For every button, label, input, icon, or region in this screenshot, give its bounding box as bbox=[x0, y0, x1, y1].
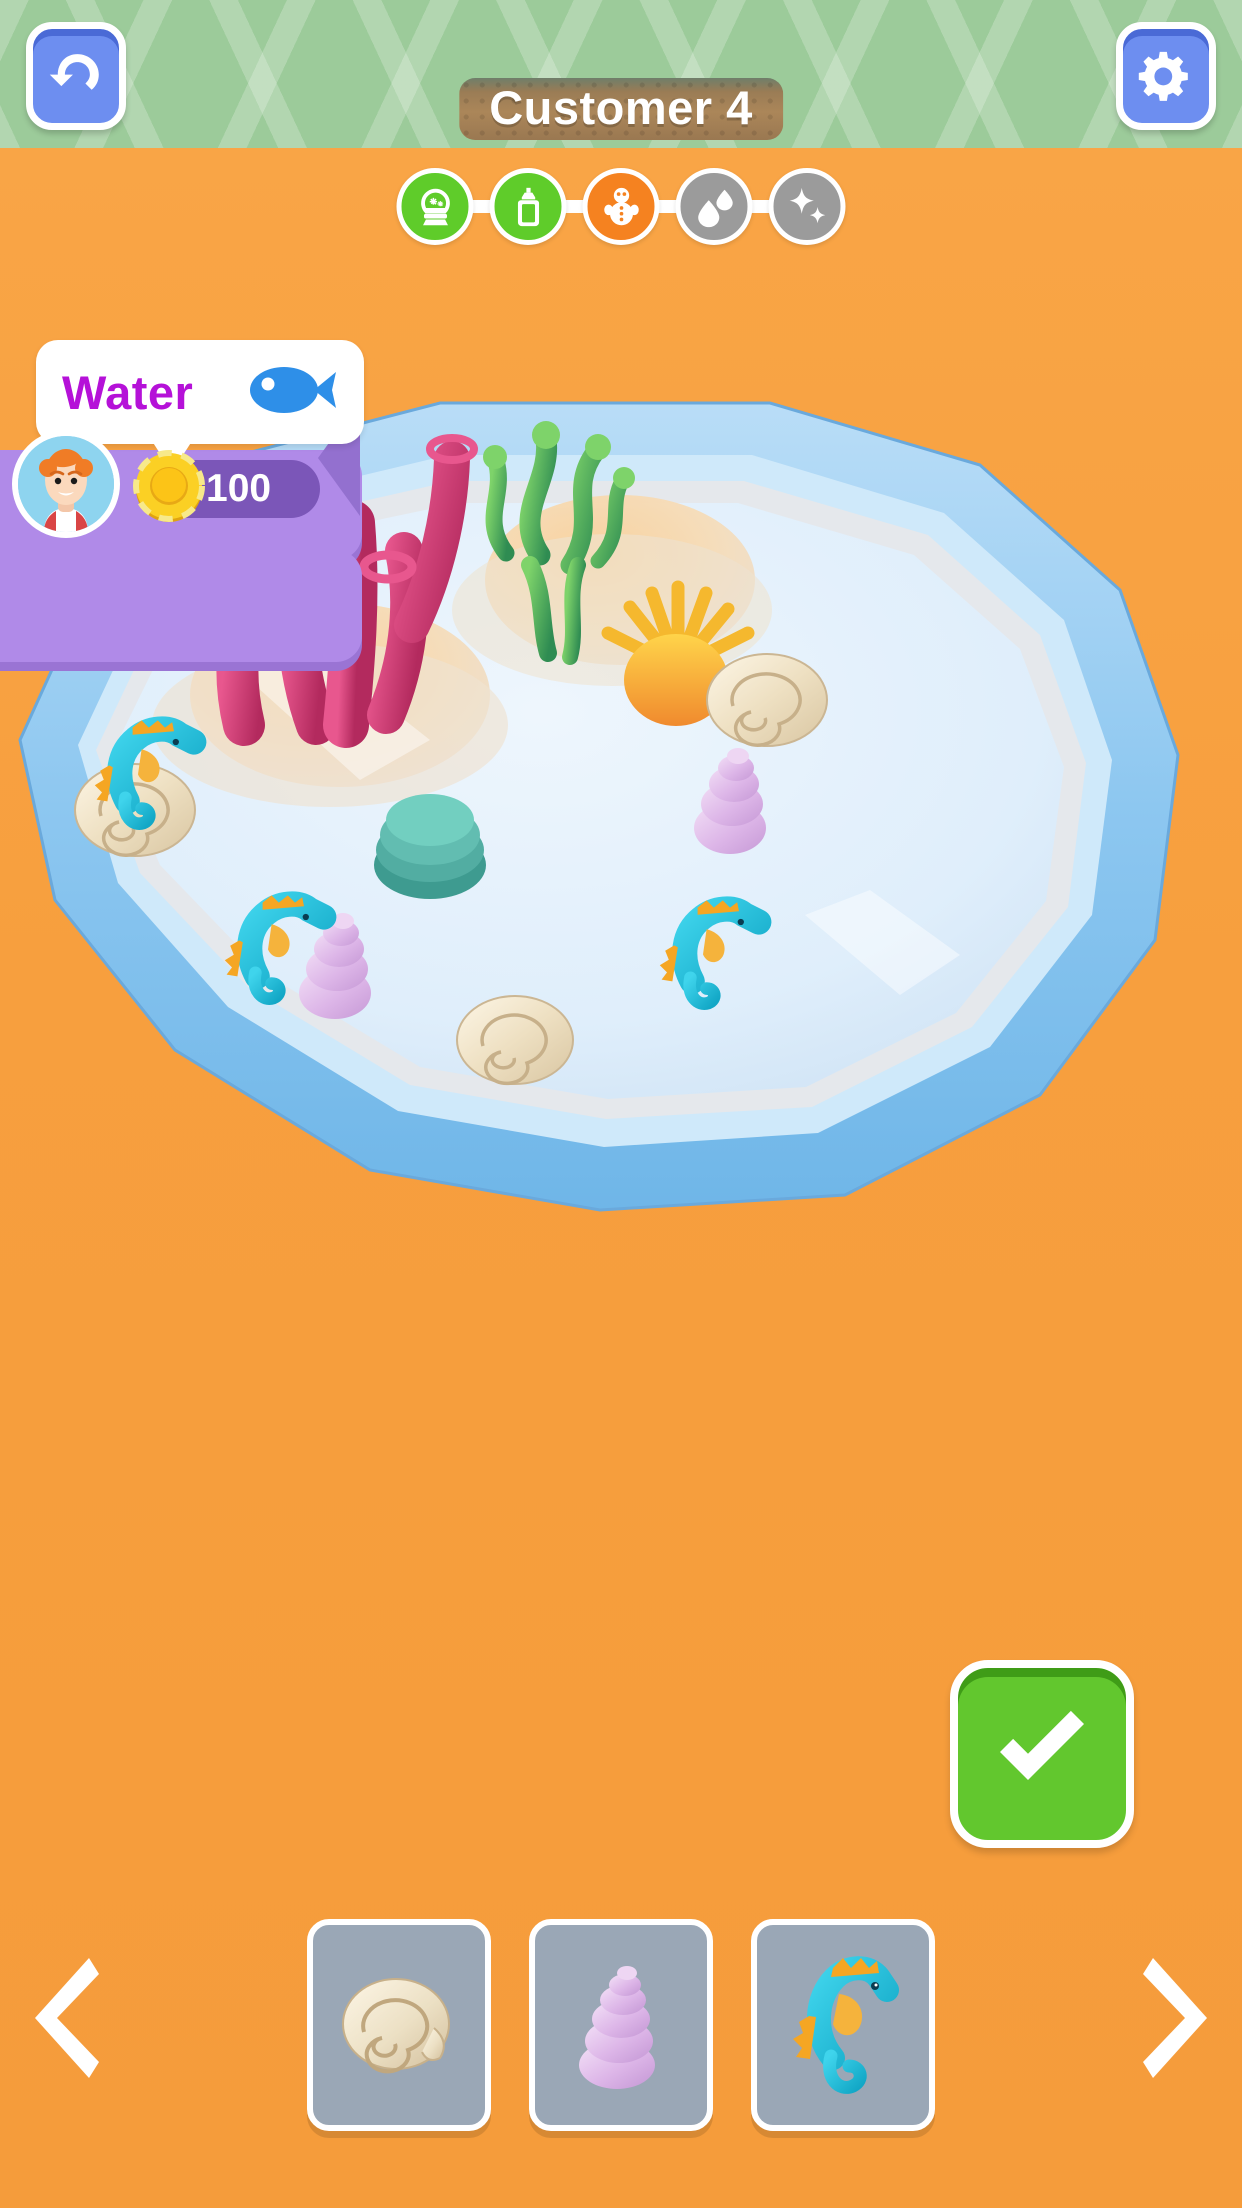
snow-globe-icon bbox=[412, 184, 458, 230]
chevron-right-icon bbox=[1133, 1948, 1219, 2093]
check-icon bbox=[986, 1696, 1098, 1813]
spiral-shell-icon bbox=[334, 1958, 464, 2093]
item-card-seahorse[interactable] bbox=[751, 1919, 935, 2131]
undo-button[interactable] bbox=[26, 22, 126, 130]
coin-icon bbox=[130, 448, 208, 526]
prev-items-button[interactable] bbox=[20, 1945, 112, 2095]
teal-rock bbox=[374, 794, 486, 899]
next-items-button[interactable] bbox=[1130, 1945, 1222, 2095]
item-card-conch-shell[interactable] bbox=[529, 1919, 713, 2131]
item-card-spiral-shell[interactable] bbox=[307, 1919, 491, 2131]
avatar[interactable] bbox=[12, 430, 120, 538]
water-drop-icon bbox=[691, 184, 737, 230]
fish-icon bbox=[246, 362, 338, 423]
spiral-shell[interactable] bbox=[456, 995, 574, 1086]
step-figure[interactable] bbox=[582, 168, 660, 245]
customer-request-bubble: Water bbox=[36, 340, 364, 444]
step-snow-globe[interactable] bbox=[396, 168, 474, 245]
glue-bottle-icon bbox=[505, 184, 551, 230]
gear-icon bbox=[1135, 45, 1197, 107]
step-sparkle[interactable] bbox=[768, 168, 846, 245]
chevron-left-icon bbox=[23, 1948, 109, 2093]
confirm-button[interactable] bbox=[950, 1660, 1134, 1848]
undo-icon bbox=[45, 45, 107, 107]
sparkle-icon bbox=[784, 184, 830, 230]
seahorse-icon bbox=[783, 1938, 903, 2113]
step-water[interactable] bbox=[675, 168, 753, 245]
settings-button[interactable] bbox=[1116, 22, 1216, 130]
spiral-shell[interactable] bbox=[706, 653, 828, 747]
item-tray[interactable] bbox=[0, 1905, 1242, 2145]
page-title: Customer 4 bbox=[489, 80, 753, 134]
conch-shell-icon bbox=[561, 1953, 681, 2098]
request-label: Water bbox=[62, 365, 194, 419]
customer-panel-bottom bbox=[0, 550, 362, 662]
coin-amount: 100 bbox=[206, 467, 272, 510]
snowman-icon bbox=[598, 184, 644, 230]
step-glue[interactable] bbox=[489, 168, 567, 245]
level-title-plate: Customer 4 bbox=[459, 78, 783, 140]
step-progress-bar bbox=[396, 168, 846, 245]
